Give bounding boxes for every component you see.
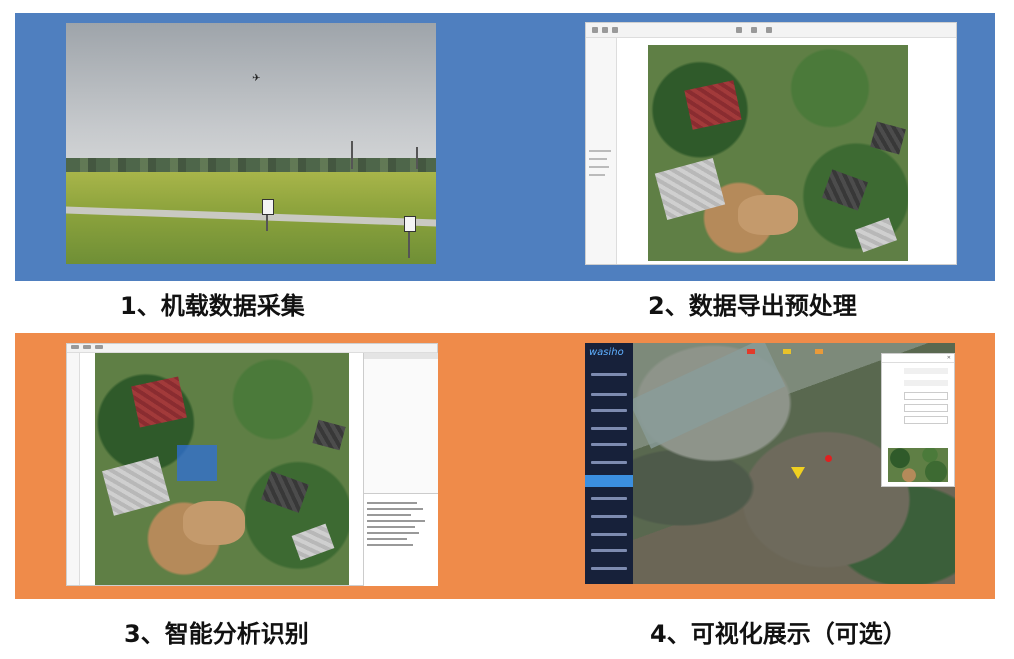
popup-thumbnail[interactable] [888, 448, 948, 482]
legend-marker-red[interactable] [747, 349, 755, 354]
red-roof-building [131, 376, 187, 428]
preprocessing-window [585, 22, 957, 265]
nav-item-active[interactable] [585, 475, 633, 487]
bare-soil [738, 195, 798, 235]
file-list-item[interactable] [589, 158, 607, 160]
dark-roof-building [822, 169, 868, 211]
log-line [367, 532, 419, 534]
red-roof-building [684, 80, 742, 130]
field-drone-photo: ✈ [66, 23, 436, 264]
nav-item[interactable] [591, 515, 627, 518]
nav-sidebar: wasiho [585, 343, 633, 584]
file-sidebar [586, 38, 617, 264]
log-line [367, 508, 423, 510]
close-icon[interactable]: ✕ [947, 355, 951, 361]
toolbar-icon[interactable] [602, 27, 608, 33]
nav-item[interactable] [591, 393, 627, 396]
menu-item[interactable] [83, 345, 91, 349]
nav-item[interactable] [591, 427, 627, 430]
orthophoto-view[interactable] [648, 45, 908, 261]
toolbar-icon[interactable] [751, 27, 757, 33]
popup-field [904, 392, 948, 400]
log-line [367, 502, 417, 504]
legend-marker-orange[interactable] [815, 349, 823, 354]
toolbar-icon[interactable] [592, 27, 598, 33]
nav-item[interactable] [591, 533, 627, 536]
menu-item[interactable] [71, 345, 79, 349]
log-line [367, 526, 415, 528]
map-pin-red[interactable] [825, 455, 832, 462]
popup-field [904, 416, 948, 424]
log-line [367, 538, 407, 540]
toolbar-icon[interactable] [766, 27, 772, 33]
log-line [367, 544, 413, 546]
log-line [367, 514, 411, 516]
power-pole [351, 141, 353, 169]
popup-header [882, 354, 954, 363]
info-popup: ✕ [881, 353, 955, 487]
app-toolbar [586, 23, 956, 38]
nav-item[interactable] [591, 567, 627, 570]
dark-roof-building [261, 471, 309, 513]
drone-icon: ✈ [252, 73, 261, 84]
field-sign [404, 216, 416, 232]
tool-sidebar [67, 353, 80, 585]
nav-item[interactable] [591, 549, 627, 552]
log-line [367, 520, 425, 522]
right-panel [363, 353, 438, 586]
detection-highlight [177, 445, 217, 481]
grey-roof-building [654, 158, 726, 220]
log-panel [364, 493, 438, 586]
caption-step-4: 4、可视化展示（可选） [650, 620, 907, 648]
file-list-item[interactable] [589, 174, 605, 176]
app-logo: wasiho [589, 347, 624, 358]
file-list-item[interactable] [589, 166, 609, 168]
field-sign [262, 199, 274, 215]
sky [66, 23, 436, 173]
toolbar-icon[interactable] [612, 27, 618, 33]
popup-field [904, 404, 948, 412]
caption-step-1: 1、机载数据采集 [120, 292, 305, 320]
nav-item[interactable] [591, 443, 627, 446]
bare-soil [183, 501, 245, 545]
nav-item[interactable] [591, 461, 627, 464]
app-menubar [67, 344, 437, 353]
nav-item[interactable] [591, 497, 627, 500]
dark-roof-building [870, 121, 906, 155]
legend-marker-yellow[interactable] [783, 349, 791, 354]
grey-roof-building [291, 523, 335, 561]
dashboard-window: wasiho ✕ [585, 343, 955, 584]
layer-panel-header [364, 353, 438, 359]
file-list-item[interactable] [589, 150, 611, 152]
popup-field [904, 368, 948, 374]
caption-step-3: 3、智能分析识别 [124, 620, 309, 648]
nav-item[interactable] [591, 409, 627, 412]
power-pole [416, 147, 418, 169]
grey-roof-building [102, 456, 170, 516]
map-pin-yellow[interactable] [791, 467, 805, 479]
analysis-window [66, 343, 438, 586]
toolbar-icon[interactable] [736, 27, 742, 33]
dark-roof-building [312, 419, 346, 451]
caption-step-2: 2、数据导出预处理 [648, 292, 857, 320]
grey-roof-building [854, 217, 898, 253]
analysis-image-view[interactable] [95, 353, 349, 585]
menu-item[interactable] [95, 345, 103, 349]
popup-field [904, 380, 948, 386]
nav-item[interactable] [591, 373, 627, 376]
